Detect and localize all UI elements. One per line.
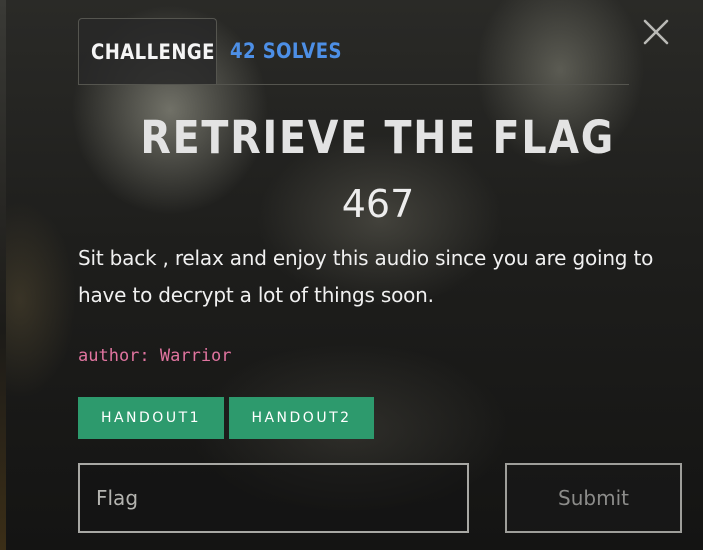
tab-challenge-label: CHALLENGE <box>91 39 215 64</box>
tab-solves[interactable]: 42 SOLVES <box>230 18 342 83</box>
challenge-tabs: CHALLENGE 42 SOLVES <box>78 18 629 85</box>
tab-challenge[interactable]: CHALLENGE <box>78 18 217 84</box>
flag-input[interactable] <box>78 463 469 533</box>
challenge-title: RETRIEVE THE FLAG <box>78 108 678 168</box>
handout2-button[interactable]: HANDOUT2 <box>229 397 374 439</box>
challenge-title-text: RETRIEVE THE FLAG <box>140 111 616 164</box>
challenge-description: Sit back , relax and enjoy this audio si… <box>78 246 654 307</box>
challenge-points: 467 <box>341 182 415 226</box>
handout1-button[interactable]: HANDOUT1 <box>78 397 224 439</box>
challenge-author: author: Warrior <box>78 346 232 366</box>
background-edge <box>0 0 6 550</box>
handout-buttons: HANDOUT1 HANDOUT2 <box>78 397 374 439</box>
close-button[interactable] <box>640 16 672 48</box>
close-icon <box>643 19 669 45</box>
submit-button[interactable]: Submit <box>505 463 682 533</box>
